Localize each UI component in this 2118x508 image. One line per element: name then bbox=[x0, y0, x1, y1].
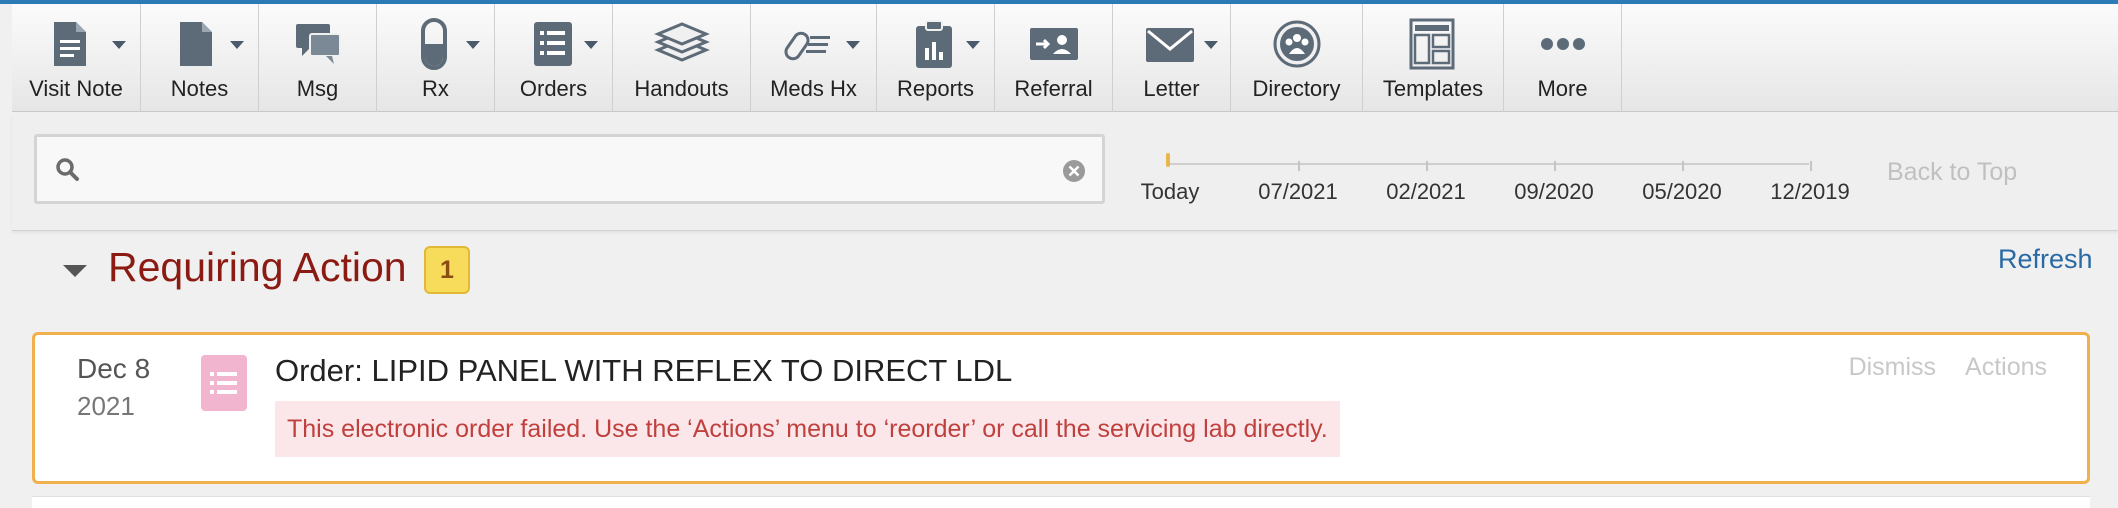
timeline-label[interactable]: 07/2021 bbox=[1258, 179, 1338, 205]
toolbar-label: More bbox=[1537, 76, 1588, 101]
orders-button[interactable]: Orders bbox=[495, 4, 613, 112]
chevron-down-icon bbox=[466, 41, 480, 49]
item-title[interactable]: Order: LIPID PANEL WITH REFLEX TO DIRECT… bbox=[275, 353, 1012, 389]
referral-icon bbox=[995, 18, 1112, 70]
toolbar-label: Meds Hx bbox=[770, 76, 857, 101]
referral-button[interactable]: Referral bbox=[995, 4, 1113, 112]
timeline-label[interactable]: 02/2021 bbox=[1386, 179, 1466, 205]
timeline-label[interactable]: Today bbox=[1141, 179, 1200, 205]
timeline-tick bbox=[1810, 161, 1812, 171]
msg-button[interactable]: Msg bbox=[259, 4, 377, 112]
chevron-down-icon bbox=[966, 41, 980, 49]
timeline-label[interactable]: 09/2020 bbox=[1514, 179, 1594, 205]
timeline-track bbox=[1169, 163, 1809, 165]
toolbar-label: Msg bbox=[296, 76, 339, 101]
date-timeline[interactable]: Today 07/2021 02/2021 09/2020 05/2020 12… bbox=[1141, 151, 1850, 221]
timeline-tick bbox=[1554, 161, 1556, 171]
reports-button[interactable]: Reports bbox=[877, 4, 995, 112]
chevron-down-icon bbox=[1204, 41, 1218, 49]
rx-button[interactable]: Rx bbox=[377, 4, 495, 112]
action-item-card[interactable]: Dec 8 2021 Order: LIPID PANEL WITH REFLE… bbox=[32, 332, 2090, 484]
item-actions: Dismiss Actions bbox=[1827, 353, 2047, 382]
toolbar-label: Notes bbox=[170, 76, 229, 101]
refresh-link[interactable]: Refresh bbox=[1998, 244, 2093, 275]
toolbar-label: Referral bbox=[1014, 76, 1093, 101]
item-year: 2021 bbox=[77, 391, 135, 421]
toolbar-label: Reports bbox=[896, 76, 975, 101]
actions-menu-link[interactable]: Actions bbox=[1965, 353, 2047, 381]
toolbar-label: Templates bbox=[1382, 76, 1484, 101]
back-to-top-link[interactable]: Back to Top bbox=[1887, 158, 2017, 187]
meds-hx-button[interactable]: Meds Hx bbox=[751, 4, 877, 112]
chevron-down-icon bbox=[112, 41, 126, 49]
toolbar-label: Visit Note bbox=[29, 76, 123, 101]
timeline-label[interactable]: 05/2020 bbox=[1642, 179, 1722, 205]
directory-button[interactable]: Directory bbox=[1231, 4, 1363, 112]
clear-search-icon[interactable] bbox=[1062, 159, 1086, 188]
toolbar-label: Directory bbox=[1252, 76, 1341, 101]
more-button[interactable]: More bbox=[1504, 4, 1622, 112]
search-box[interactable] bbox=[34, 134, 1105, 204]
templates-button[interactable]: Templates bbox=[1363, 4, 1504, 112]
timeline-label[interactable]: 12/2019 bbox=[1770, 179, 1850, 205]
templates-icon bbox=[1363, 18, 1503, 70]
more-icon bbox=[1504, 18, 1621, 70]
timeline-position-marker[interactable] bbox=[1166, 153, 1170, 167]
letter-button[interactable]: Letter bbox=[1113, 4, 1231, 112]
toolbar-label: Handouts bbox=[634, 76, 729, 101]
visit-note-button[interactable]: Visit Note bbox=[12, 4, 141, 112]
chevron-down-icon bbox=[584, 41, 598, 49]
order-list-icon bbox=[201, 355, 247, 411]
toolbar-label: Orders bbox=[519, 76, 588, 101]
chevron-down-icon bbox=[230, 41, 244, 49]
chevron-down-icon bbox=[846, 41, 860, 49]
msg-icon bbox=[259, 18, 376, 70]
next-item-card-edge bbox=[32, 496, 2090, 508]
section-title: Requiring Action bbox=[108, 244, 407, 290]
main-toolbar: Visit Note Notes Msg Rx Orders Handouts … bbox=[12, 4, 2118, 112]
timeline-tick bbox=[1682, 161, 1684, 171]
handouts-icon bbox=[613, 18, 750, 70]
search-input[interactable] bbox=[93, 149, 1053, 189]
dismiss-link[interactable]: Dismiss bbox=[1849, 353, 1937, 381]
item-date: Dec 8 bbox=[77, 353, 151, 384]
directory-icon bbox=[1231, 18, 1362, 70]
notes-button[interactable]: Notes bbox=[141, 4, 259, 112]
toolbar-label: Rx bbox=[422, 76, 449, 101]
handouts-button[interactable]: Handouts bbox=[613, 4, 751, 112]
search-icon bbox=[55, 157, 81, 188]
count-badge: 1 bbox=[424, 246, 470, 294]
timeline-tick bbox=[1298, 161, 1300, 171]
timeline-tick bbox=[1426, 161, 1428, 171]
search-bar-region: Today 07/2021 02/2021 09/2020 05/2020 12… bbox=[12, 113, 2118, 231]
order-failed-alert: This electronic order failed. Use the ‘A… bbox=[275, 401, 1340, 457]
collapse-section-icon[interactable] bbox=[63, 265, 87, 277]
toolbar-label: Letter bbox=[1143, 76, 1200, 101]
